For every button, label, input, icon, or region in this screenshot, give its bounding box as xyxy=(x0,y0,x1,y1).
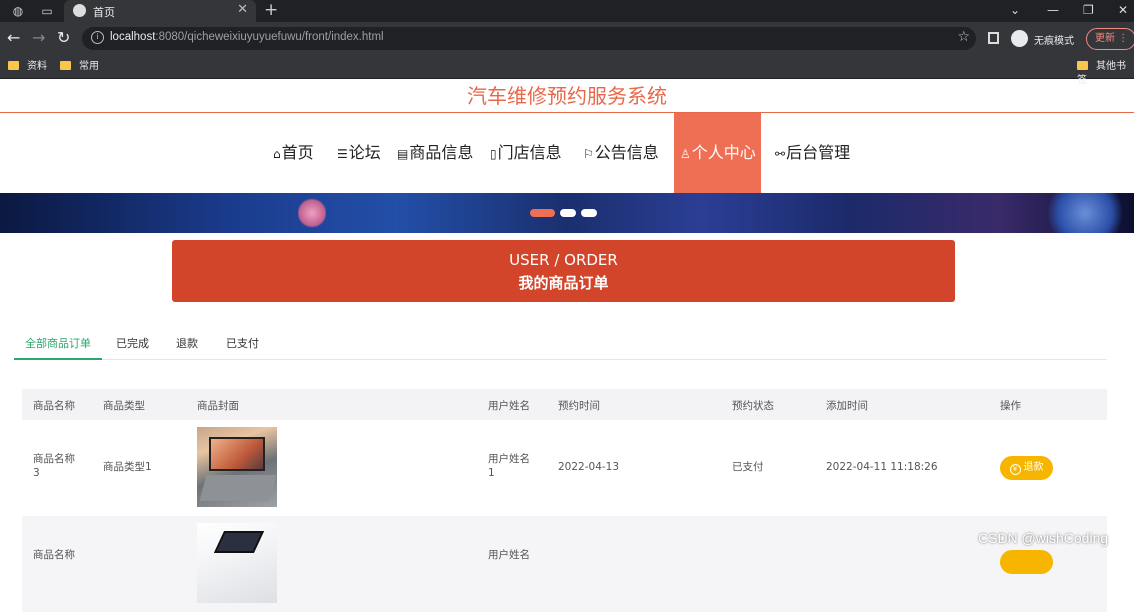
close-tab-icon[interactable]: ✕ xyxy=(237,2,248,17)
product-cover-image[interactable] xyxy=(197,523,277,603)
main-nav: ⌂首页 ☰论坛 ▤商品信息 ▯门店信息 ⚐公告信息 ♙个人中心 ⚯后台管理 xyxy=(0,113,1134,193)
tab-refund[interactable]: 退款 xyxy=(176,332,198,360)
side-panel-icon[interactable] xyxy=(988,32,999,44)
banner-carousel[interactable] xyxy=(0,193,1134,233)
refund-button[interactable]: ¥ 退款 xyxy=(1000,456,1053,480)
laptop-keyboard xyxy=(199,475,277,501)
laptop-screen xyxy=(209,437,265,471)
carousel-dot[interactable] xyxy=(581,209,597,217)
refund-button[interactable] xyxy=(1000,550,1053,574)
favicon-icon xyxy=(73,4,86,17)
folder-icon xyxy=(8,61,19,70)
column-header: 预约状态 xyxy=(732,400,774,412)
appointment-time: 2022-04-13 xyxy=(558,461,620,473)
globe-icon[interactable]: ◍ xyxy=(9,3,27,19)
user-name: 用户姓名 xyxy=(488,549,530,561)
forward-arrow-icon[interactable]: → xyxy=(32,29,45,47)
product-name: 商品名称 xyxy=(33,549,75,561)
column-header: 添加时间 xyxy=(826,400,868,412)
link-icon: ⚯ xyxy=(775,147,786,161)
added-time: 2022-04-11 11:18:26 xyxy=(826,461,938,473)
flag-icon: ⚐ xyxy=(583,147,594,161)
column-header: 操作 xyxy=(1000,400,1021,412)
layers-icon: ☰ xyxy=(337,147,348,161)
table-row[interactable]: 商品名称 3 商品类型1 用户姓名 1 2022-04-13 已支付 2022-04… xyxy=(22,420,1107,516)
nav-item-admin[interactable]: ⚯后台管理 xyxy=(775,113,850,193)
address-bar[interactable]: i localhost:8080/qicheweixiuyuyuefuwu/fr… xyxy=(82,27,976,50)
bookmark-folder-resources[interactable]: 资料 xyxy=(8,60,47,74)
user-name: 用户姓名 1 xyxy=(488,453,530,479)
close-window-icon[interactable]: ✕ xyxy=(1118,1,1128,19)
browser-tab-home[interactable]: 首页 ✕ xyxy=(64,0,256,22)
yen-icon: ¥ xyxy=(1009,464,1021,475)
section-title-cn: 我的商品订单 xyxy=(518,274,609,292)
table-header: 商品名称 商品类型 商品封面 用户姓名 预约时间 预约状态 添加时间 操作 xyxy=(22,389,1107,420)
window-icon[interactable]: ▭ xyxy=(38,3,56,19)
url-text[interactable]: localhost:8080/qicheweixiuyuyuefuwu/fron… xyxy=(110,31,384,43)
nav-item-home[interactable]: ⌂首页 xyxy=(273,113,314,193)
home-icon: ⌂ xyxy=(273,147,281,161)
update-button[interactable]: 更新 ⋮ xyxy=(1086,28,1134,50)
order-filter-tabs: 全部商品订单 已完成 退款 已支付 xyxy=(14,332,1107,360)
bookmark-star-icon[interactable]: ☆ xyxy=(957,29,970,45)
site-title: 汽车维修预约服务系统 xyxy=(0,80,1134,113)
folder-icon xyxy=(1077,61,1088,70)
nav-item-user-center[interactable]: ♙个人中心 xyxy=(674,113,761,193)
nav-item-forum[interactable]: ☰论坛 xyxy=(337,113,381,193)
bookmark-folder-common[interactable]: 常用 xyxy=(60,60,99,74)
bookmarks-bar: 资料 常用 其他书签 xyxy=(0,55,1134,86)
section-title-en: USER / ORDER xyxy=(509,251,618,269)
tab-all-orders[interactable]: 全部商品订单 xyxy=(14,332,102,360)
tab-title: 首页 xyxy=(93,6,115,19)
new-tab-button[interactable]: + xyxy=(264,0,278,21)
section-banner: USER / ORDER 我的商品订单 xyxy=(172,240,955,302)
nav-item-stores[interactable]: ▯门店信息 xyxy=(490,113,562,193)
nav-item-products[interactable]: ▤商品信息 xyxy=(397,113,473,193)
reload-icon[interactable]: ↻ xyxy=(57,29,70,47)
incognito-label: 无痕模式 xyxy=(1034,36,1074,47)
back-arrow-icon[interactable]: ← xyxy=(7,29,20,47)
column-header: 商品封面 xyxy=(197,400,239,412)
appointment-status: 已支付 xyxy=(732,461,764,473)
browser-tab-bar: ◍ ▭ 首页 ✕ + ⌄ — ❐ ✕ xyxy=(0,0,1134,22)
column-header: 预约时间 xyxy=(558,400,600,412)
product-cover-image[interactable] xyxy=(197,427,277,507)
column-header: 用户姓名 xyxy=(488,400,530,412)
column-header: 商品类型 xyxy=(103,400,145,412)
banner-decoration xyxy=(1040,193,1130,233)
column-header: 商品名称 xyxy=(33,400,75,412)
tab-paid[interactable]: 已支付 xyxy=(226,332,259,360)
tab-completed[interactable]: 已完成 xyxy=(116,332,149,360)
carousel-dot[interactable] xyxy=(560,209,576,217)
browser-toolbar: ← → ↻ i localhost:8080/qicheweixiuyuyuef… xyxy=(0,22,1134,55)
minimize-icon[interactable]: — xyxy=(1047,1,1059,19)
product-type: 商品类型1 xyxy=(103,461,152,473)
book-icon: ▯ xyxy=(490,147,497,161)
product-name: 商品名称 3 xyxy=(33,453,75,479)
nav-item-notices[interactable]: ⚐公告信息 xyxy=(583,113,659,193)
csdn-watermark: CSDN @wishCoding xyxy=(978,530,1109,546)
user-icon: ♙ xyxy=(680,147,691,161)
tab-search-icon[interactable]: ⌄ xyxy=(1010,1,1020,19)
laptop-screen xyxy=(213,531,265,553)
table-row[interactable]: 商品名称 用户姓名 xyxy=(22,516,1107,612)
incognito-icon xyxy=(1011,30,1028,47)
carousel-dot-active[interactable] xyxy=(530,209,555,217)
document-icon: ▤ xyxy=(397,147,409,161)
folder-icon xyxy=(60,61,71,70)
site-info-icon[interactable]: i xyxy=(91,31,104,44)
banner-decoration xyxy=(298,197,326,229)
maximize-icon[interactable]: ❐ xyxy=(1083,1,1094,19)
